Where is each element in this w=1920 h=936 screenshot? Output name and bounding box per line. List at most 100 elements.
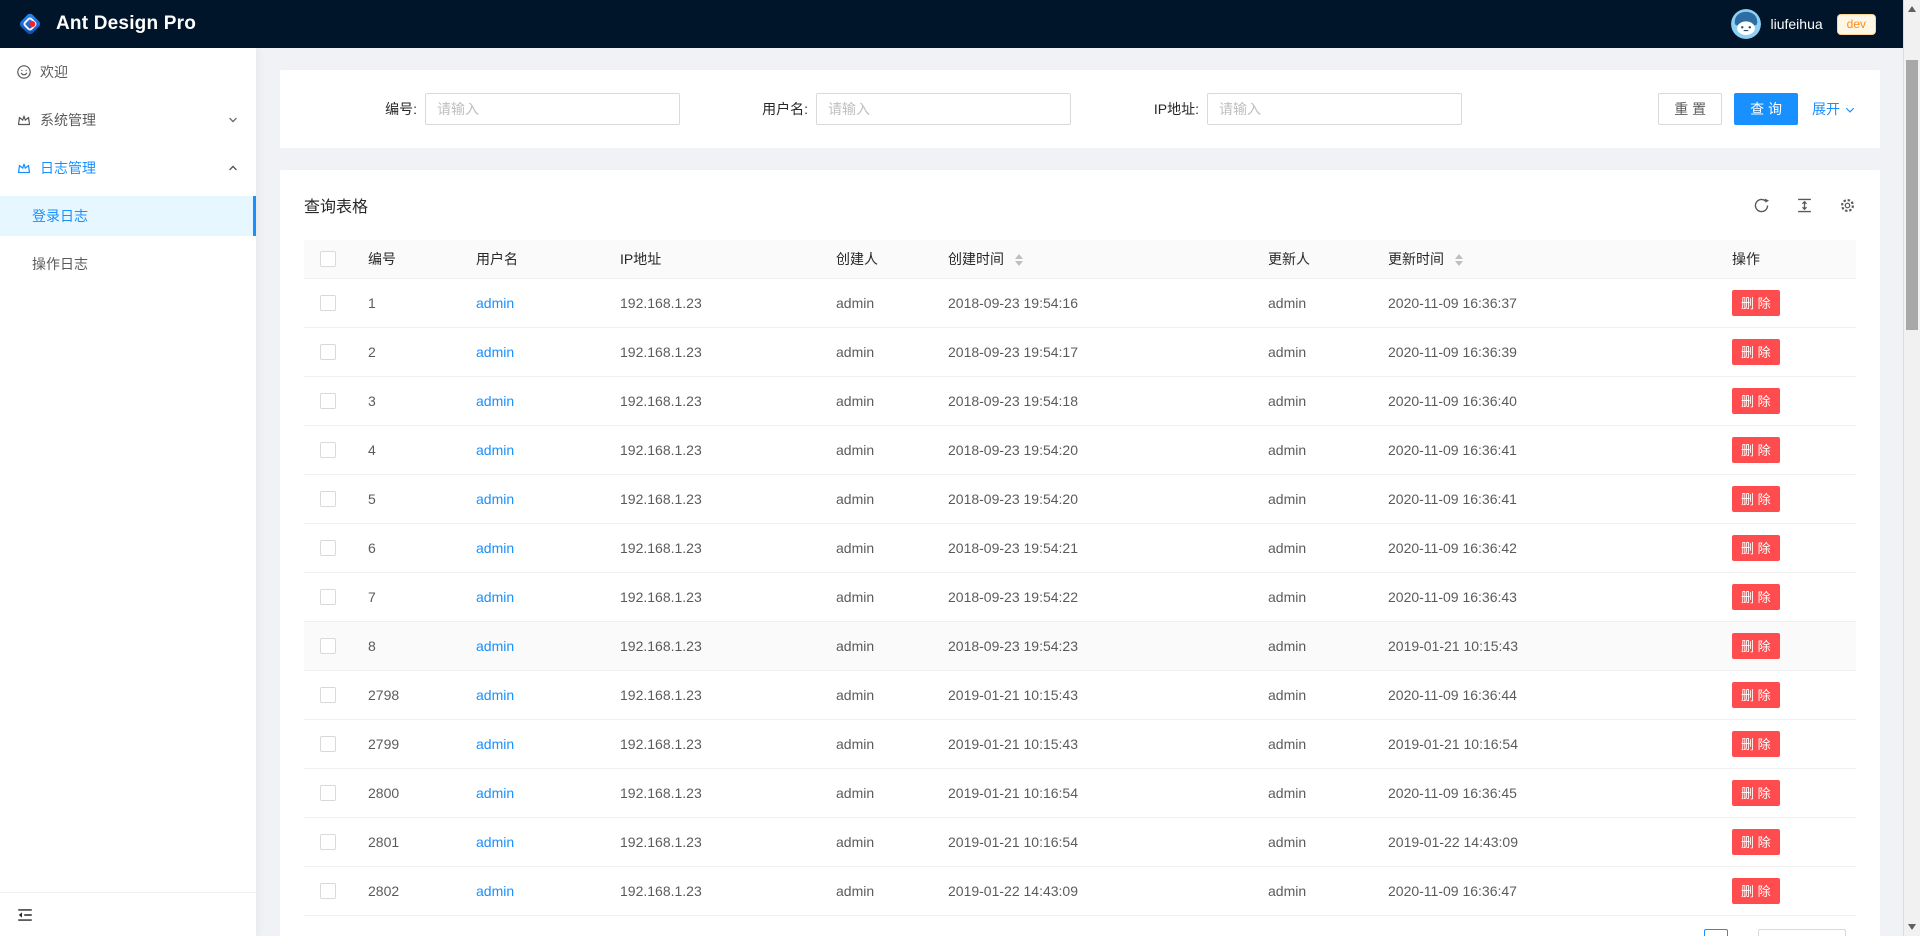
cell-creator: admin xyxy=(828,474,940,523)
delete-button[interactable]: 删 除 xyxy=(1732,584,1780,610)
table-row: 2800 admin 192.168.1.23 admin 2019-01-21… xyxy=(304,768,1856,817)
sidebar-subitem-login-log[interactable]: 登录日志 xyxy=(0,196,256,236)
username-input[interactable] xyxy=(816,93,1071,125)
row-checkbox[interactable] xyxy=(320,344,336,360)
delete-button[interactable]: 删 除 xyxy=(1732,780,1780,806)
row-checkbox[interactable] xyxy=(320,883,336,899)
column-header-updated-time[interactable]: 更新时间 xyxy=(1380,240,1724,278)
row-checkbox[interactable] xyxy=(320,540,336,556)
cell-ip: 192.168.1.23 xyxy=(612,621,828,670)
reload-icon[interactable] xyxy=(1753,197,1770,214)
username-link[interactable]: admin xyxy=(476,589,514,605)
cell-ip: 192.168.1.23 xyxy=(612,866,828,915)
cell-id: 6 xyxy=(360,523,468,572)
row-checkbox[interactable] xyxy=(320,393,336,409)
query-button[interactable]: 查 询 xyxy=(1734,93,1798,125)
delete-button[interactable]: 删 除 xyxy=(1732,388,1780,414)
delete-button[interactable]: 删 除 xyxy=(1732,535,1780,561)
logo[interactable]: Ant Design Pro xyxy=(16,10,196,38)
cell-id: 2802 xyxy=(360,866,468,915)
cell-updated-time: 2020-11-09 16:36:47 xyxy=(1380,866,1724,915)
delete-button[interactable]: 删 除 xyxy=(1732,437,1780,463)
row-checkbox[interactable] xyxy=(320,638,336,654)
cell-updater: admin xyxy=(1260,768,1380,817)
cell-updated-time: 2020-11-09 16:36:45 xyxy=(1380,768,1724,817)
cell-updater: admin xyxy=(1260,719,1380,768)
menu-fold-icon[interactable] xyxy=(16,906,34,924)
username-link[interactable]: admin xyxy=(476,736,514,752)
column-header-id: 编号 xyxy=(360,240,468,278)
delete-button[interactable]: 删 除 xyxy=(1732,682,1780,708)
delete-button[interactable]: 删 除 xyxy=(1732,731,1780,757)
username-link[interactable]: admin xyxy=(476,442,514,458)
row-checkbox[interactable] xyxy=(320,834,336,850)
header-username[interactable]: liufeihua xyxy=(1770,16,1822,32)
cell-ip: 192.168.1.23 xyxy=(612,768,828,817)
username-link[interactable]: admin xyxy=(476,540,514,556)
cell-created-time: 2018-09-23 19:54:17 xyxy=(940,327,1260,376)
username-link[interactable]: admin xyxy=(476,491,514,507)
table-row: 2798 admin 192.168.1.23 admin 2019-01-21… xyxy=(304,670,1856,719)
username-link[interactable]: admin xyxy=(476,883,514,899)
sidebar-subitem-operation-log[interactable]: 操作日志 xyxy=(0,244,256,284)
row-checkbox[interactable] xyxy=(320,785,336,801)
sorter-icon[interactable] xyxy=(1455,254,1463,266)
reset-button[interactable]: 重 置 xyxy=(1658,93,1722,125)
row-checkbox[interactable] xyxy=(320,295,336,311)
scrollbar-down-arrow-icon[interactable] xyxy=(1908,924,1916,930)
cell-creator: admin xyxy=(828,866,940,915)
column-height-icon[interactable] xyxy=(1796,197,1813,214)
row-checkbox[interactable] xyxy=(320,589,336,605)
sidebar-item-system-management[interactable]: 系统管理 xyxy=(0,100,256,140)
delete-button[interactable]: 删 除 xyxy=(1732,290,1780,316)
column-header-created-time[interactable]: 创建时间 xyxy=(940,240,1260,278)
username-link[interactable]: admin xyxy=(476,393,514,409)
sorter-icon[interactable] xyxy=(1015,254,1023,266)
cell-id: 2799 xyxy=(360,719,468,768)
table-row: 2799 admin 192.168.1.23 admin 2019-01-21… xyxy=(304,719,1856,768)
username-link[interactable]: admin xyxy=(476,295,514,311)
delete-button[interactable]: 删 除 xyxy=(1732,829,1780,855)
cell-id: 2800 xyxy=(360,768,468,817)
setting-gear-icon[interactable] xyxy=(1839,197,1856,214)
sidebar-item-welcome[interactable]: 欢迎 xyxy=(0,52,256,92)
id-input[interactable] xyxy=(425,93,680,125)
username-link[interactable]: admin xyxy=(476,785,514,801)
user-avatar[interactable] xyxy=(1731,9,1761,39)
cell-created-time: 2019-01-21 10:15:43 xyxy=(940,670,1260,719)
ip-input[interactable] xyxy=(1207,93,1462,125)
delete-button[interactable]: 删 除 xyxy=(1732,339,1780,365)
table-row: 6 admin 192.168.1.23 admin 2018-09-23 19… xyxy=(304,523,1856,572)
pagination-page-1[interactable] xyxy=(1704,929,1728,936)
cell-updater: admin xyxy=(1260,474,1380,523)
scrollbar-up-arrow-icon[interactable] xyxy=(1908,6,1916,12)
cell-updated-time: 2020-11-09 16:36:41 xyxy=(1380,474,1724,523)
row-checkbox[interactable] xyxy=(320,491,336,507)
table-row: 8 admin 192.168.1.23 admin 2018-09-23 19… xyxy=(304,621,1856,670)
row-checkbox[interactable] xyxy=(320,687,336,703)
delete-button[interactable]: 删 除 xyxy=(1732,486,1780,512)
pagination-size-select[interactable] xyxy=(1758,929,1846,936)
cell-updater: admin xyxy=(1260,572,1380,621)
row-checkbox[interactable] xyxy=(320,736,336,752)
chevron-down-icon xyxy=(1844,103,1856,115)
cell-creator: admin xyxy=(828,621,940,670)
delete-button[interactable]: 删 除 xyxy=(1732,878,1780,904)
cell-creator: admin xyxy=(828,670,940,719)
delete-button[interactable]: 删 除 xyxy=(1732,633,1780,659)
username-link[interactable]: admin xyxy=(476,687,514,703)
select-all-checkbox[interactable] xyxy=(320,251,336,267)
cell-creator: admin xyxy=(828,719,940,768)
username-link[interactable]: admin xyxy=(476,834,514,850)
main-content: 编号: 用户名: IP地址: 重 置 查 询 展开 xyxy=(256,48,1903,936)
app-header: Ant Design Pro liufeihua dev xyxy=(0,0,1920,48)
username-link[interactable]: admin xyxy=(476,344,514,360)
username-link[interactable]: admin xyxy=(476,638,514,654)
vertical-scrollbar[interactable] xyxy=(1903,0,1920,936)
scrollbar-thumb[interactable] xyxy=(1906,60,1918,330)
row-checkbox[interactable] xyxy=(320,442,336,458)
sidebar-item-log-management[interactable]: 日志管理 xyxy=(0,148,256,188)
expand-link[interactable]: 展开 xyxy=(1812,99,1856,119)
cell-ip: 192.168.1.23 xyxy=(612,425,828,474)
search-form-card: 编号: 用户名: IP地址: 重 置 查 询 展开 xyxy=(280,70,1880,148)
